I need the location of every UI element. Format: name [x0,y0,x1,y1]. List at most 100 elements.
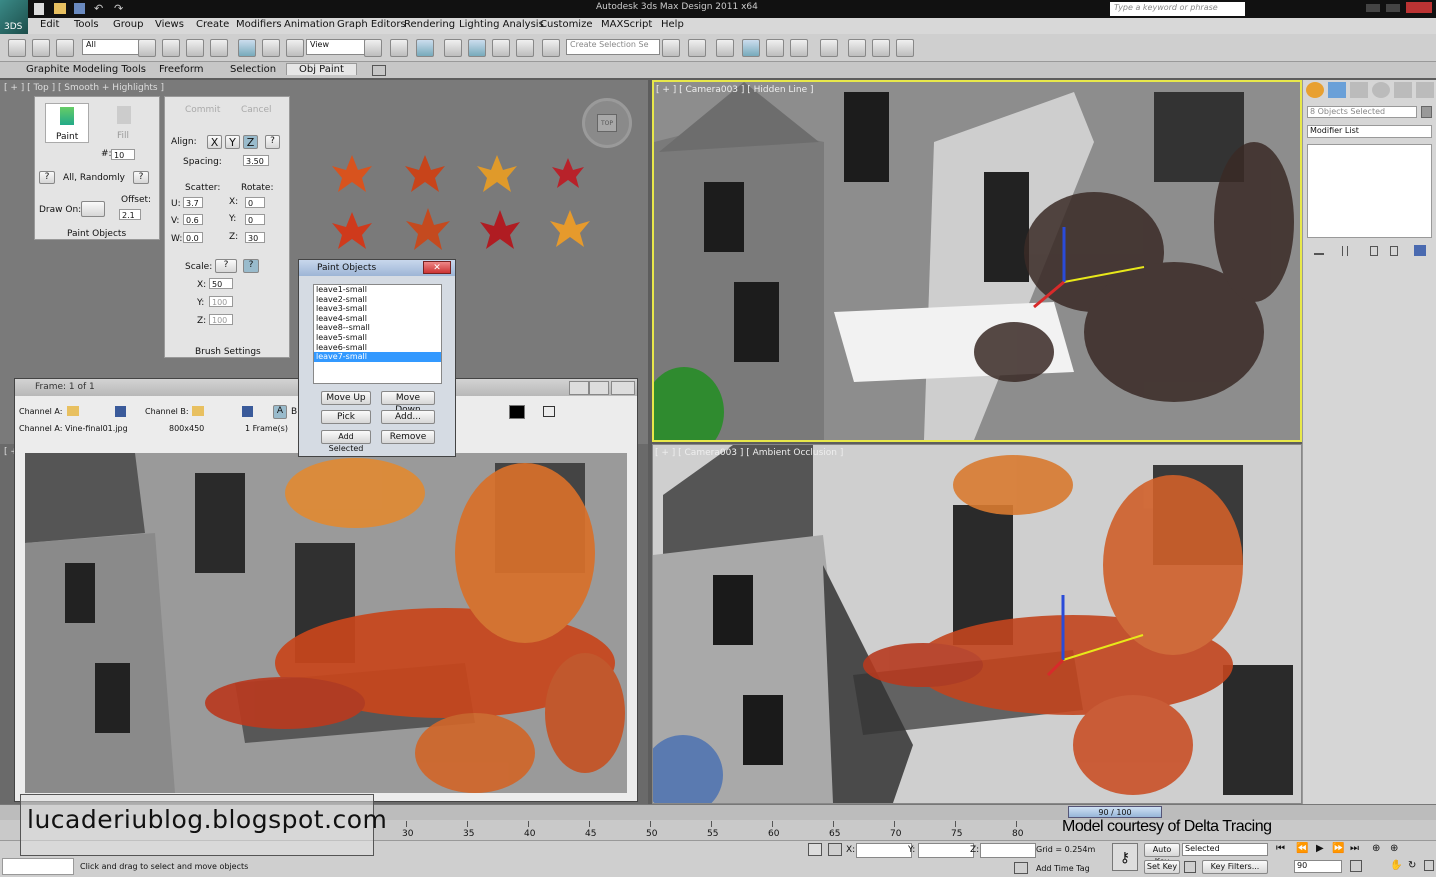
modifier-stack[interactable] [1307,144,1432,238]
material-editor-icon[interactable] [820,39,838,57]
add-selected-button[interactable]: Add Selected [321,430,371,453]
count-input[interactable]: 10 [111,149,135,160]
key-mode-dropdown[interactable]: Selected [1182,843,1268,856]
make-unique-icon[interactable] [1370,246,1378,256]
menu-lighting-analysis[interactable]: Lighting Analysis [459,19,544,30]
fill-button[interactable]: Fill [105,103,145,143]
undo-icon[interactable]: ↶ [94,2,103,15]
viewcube-top-face[interactable]: TOP [597,114,617,132]
select-and-move-icon[interactable] [238,39,256,57]
close-icon[interactable]: ✕ [423,261,451,274]
new-file-icon[interactable] [34,3,44,15]
help-button[interactable]: ? [243,259,259,273]
pin-stack-icon[interactable] [1314,246,1324,255]
y-coordinate-input[interactable] [918,843,974,858]
hierarchy-tab-icon[interactable] [1350,82,1368,98]
list-item[interactable]: leave3-small [314,304,441,314]
menu-create[interactable]: Create [196,19,229,30]
x-coordinate-input[interactable] [856,843,912,858]
selection-filter-dropdown[interactable]: All [82,39,140,55]
spinner-snap-icon[interactable] [516,39,534,57]
color-swatch[interactable] [509,405,525,419]
zoom-icon[interactable]: ⊕ [1372,843,1380,854]
scatter-w-input[interactable]: 0.0 [183,232,203,243]
ribbon-options-icon[interactable] [372,65,386,76]
utilities-tab-icon[interactable] [1416,82,1434,98]
viewport-ambient-occlusion[interactable]: [ + ] [ Camera003 ] [ Ambient Occlusion … [652,444,1302,804]
lock-selection-icon[interactable] [808,843,822,856]
key-filter-icon[interactable] [1184,861,1196,873]
key-filters-button[interactable]: Key Filters... [1202,860,1268,874]
list-item-selected[interactable]: leave7-small [314,352,441,362]
pan-icon[interactable]: ✋ [1390,860,1402,871]
rectangular-selection-icon[interactable] [186,39,204,57]
menu-help[interactable]: Help [661,19,684,30]
paint-button[interactable]: Paint [45,103,89,143]
viewport-camera-hidden-line[interactable]: [ + ] [ Camera003 ] [ Hidden Line ] [652,80,1302,442]
window-crossing-icon[interactable] [210,39,228,57]
mirror-icon[interactable] [662,39,680,57]
remove-button[interactable]: Remove [381,430,435,444]
align-y-button[interactable]: Y [225,135,240,149]
viewport-label[interactable]: [ + ] [ Camera003 ] [ Hidden Line ] [656,85,814,95]
time-slider-thumb[interactable]: 90 / 100 [1068,806,1162,818]
menu-tools[interactable]: Tools [74,19,99,30]
z-coordinate-input[interactable] [980,843,1036,858]
align-icon[interactable] [688,39,706,57]
menu-maxscript[interactable]: MAXScript [601,19,652,30]
zoom-all-icon[interactable]: ⊕ [1390,843,1398,854]
display-tab-icon[interactable] [1394,82,1412,98]
tab-freeform[interactable]: Freeform [159,64,204,75]
maxscript-listener[interactable] [2,858,74,875]
app-logo[interactable]: 3DS [0,0,28,34]
show-end-result-icon[interactable] [1342,246,1348,256]
open-file-icon[interactable] [54,3,66,14]
minimize-icon[interactable] [569,381,589,395]
list-item[interactable]: leave8--small [314,323,441,333]
rendered-frame-window-icon[interactable] [872,39,890,57]
clone-window-icon[interactable] [543,406,555,417]
align-x-button[interactable]: X [207,135,222,149]
play-icon[interactable]: ▶ [1316,843,1324,854]
rotate-x-input[interactable]: 0 [245,197,265,208]
schematic-view-icon[interactable] [790,39,808,57]
link-icon[interactable] [8,39,26,57]
scale-mode-button[interactable]: ? [215,259,237,273]
spacing-input[interactable]: 3.50 [243,155,269,166]
percent-snap-icon[interactable] [492,39,510,57]
selection-name-field[interactable]: 8 Objects Selected [1307,106,1417,118]
orbit-icon[interactable]: ↻ [1408,860,1416,871]
scale-z-input[interactable]: 100 [209,314,233,325]
commit-button[interactable]: Commit [185,105,220,115]
menu-graph-editors[interactable]: Graph Editors [337,19,406,30]
open-file-icon[interactable] [67,406,79,416]
list-item[interactable]: leave6-small [314,343,441,353]
scatter-v-input[interactable]: 0.6 [183,214,203,225]
keyboard-shortcut-override-icon[interactable] [416,39,434,57]
maximize-icon[interactable] [589,381,609,395]
named-selection-dropdown[interactable]: Create Selection Se [566,39,660,55]
menu-modifiers[interactable]: Modifiers [236,19,282,30]
rotate-z-input[interactable]: 30 [245,232,265,243]
list-item[interactable]: leave2-small [314,295,441,305]
open-file-icon[interactable] [192,406,204,416]
leaf-objects[interactable] [330,150,600,260]
help-button[interactable]: ? [39,171,55,184]
viewport-label[interactable]: [ + ] [ Top ] [ Smooth + Highlights ] [4,83,164,93]
save-icon[interactable] [115,406,126,417]
modifier-list-dropdown[interactable]: Modifier List [1307,125,1432,138]
select-by-name-icon[interactable] [162,39,180,57]
scatter-u-input[interactable]: 3.7 [183,197,203,208]
layer-manager-icon[interactable] [716,39,734,57]
reference-coordinate-dropdown[interactable]: View [306,39,366,55]
close-icon[interactable] [1406,2,1432,13]
previous-frame-icon[interactable]: ⏪ [1296,843,1308,854]
angle-snap-icon[interactable] [468,39,486,57]
select-object-icon[interactable] [138,39,156,57]
snaps-toggle-icon[interactable] [444,39,462,57]
time-tag-icon[interactable] [1014,862,1028,874]
offset-input[interactable]: 2.1 [119,209,141,220]
redo-icon[interactable]: ↷ [114,2,123,15]
menu-customize[interactable]: Customize [540,19,593,30]
channel-a-button[interactable]: A [273,405,287,419]
